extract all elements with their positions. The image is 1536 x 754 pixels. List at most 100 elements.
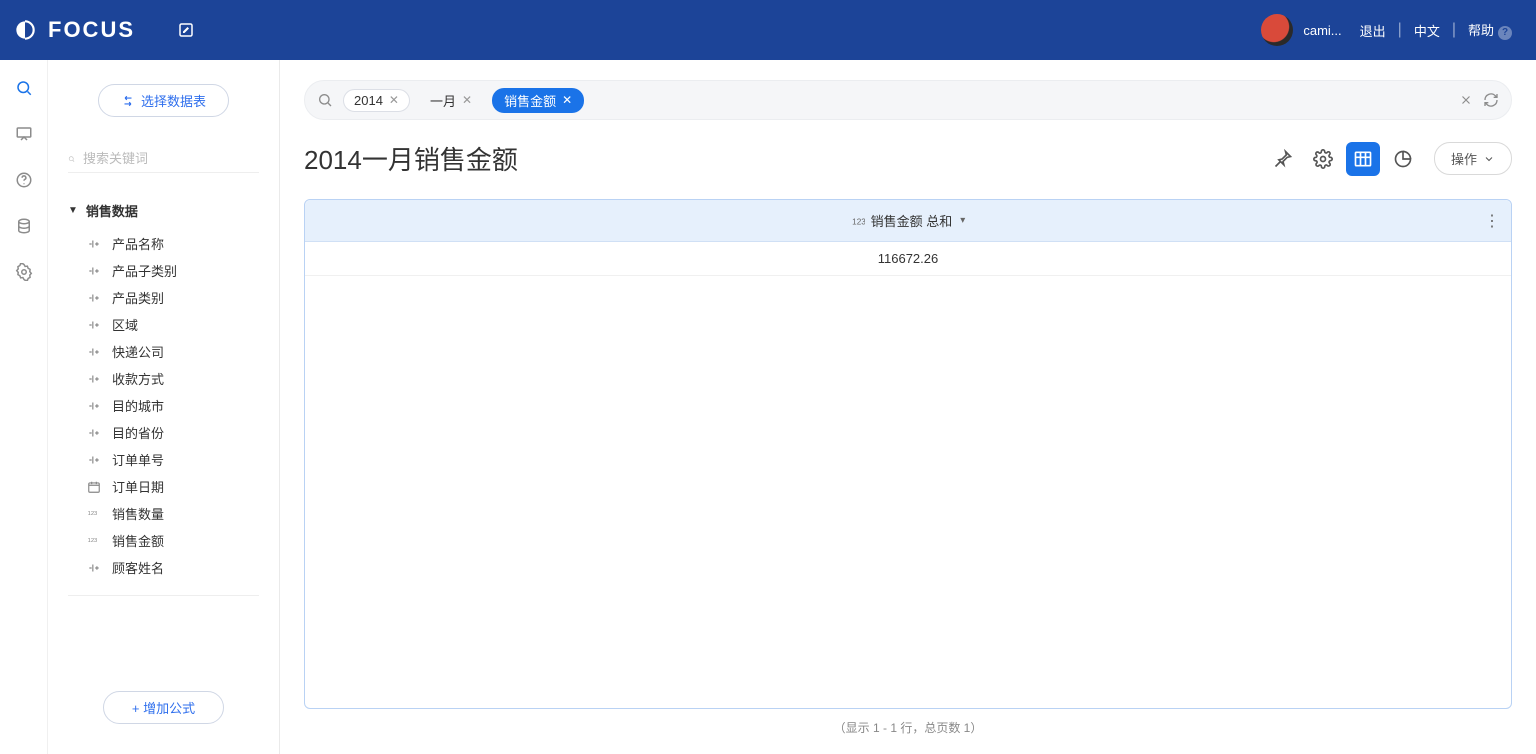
field-item[interactable]: 目的省份 xyxy=(68,419,259,446)
result-table: 123 销售金额 总和 ▾ ⋮ 116672.26 xyxy=(304,199,1512,709)
cell-value: 116672.26 xyxy=(305,251,1511,266)
svg-text:123: 123 xyxy=(88,511,98,517)
column-header[interactable]: 123 销售金额 总和 ▾ xyxy=(305,211,1511,230)
edit-icon xyxy=(177,21,195,39)
operations-dropdown[interactable]: 操作 xyxy=(1434,142,1512,175)
field-label: 产品名称 xyxy=(112,234,164,253)
field-item[interactable]: 目的城市 xyxy=(68,392,259,419)
search-icon xyxy=(15,79,33,97)
field-type-icon xyxy=(86,452,102,468)
search-bar[interactable]: 2014✕ 一月✕ 销售金额✕ xyxy=(304,80,1512,120)
pin-icon xyxy=(1273,149,1293,169)
field-group-header[interactable]: ▼ 销售数据 xyxy=(68,201,259,220)
field-type-icon: 123 xyxy=(86,506,102,522)
table-view-button[interactable] xyxy=(1346,142,1380,176)
pager-label: （显示 1 - 1 行，总页数 1） xyxy=(304,709,1512,754)
table-menu-button[interactable]: ⋮ xyxy=(1484,211,1499,231)
field-label: 销售金额 xyxy=(112,531,164,550)
user-name[interactable]: cami... xyxy=(1303,23,1341,38)
close-icon xyxy=(1459,93,1473,107)
field-list: 产品名称产品子类别产品类别区域快递公司收款方式目的城市目的省份订单单号订单日期 1… xyxy=(68,230,259,581)
field-label: 快递公司 xyxy=(112,342,164,361)
rail-data[interactable] xyxy=(14,216,34,236)
avatar[interactable] xyxy=(1261,14,1293,46)
close-icon[interactable]: ✕ xyxy=(389,93,399,107)
swap-icon xyxy=(121,94,135,108)
field-type-icon xyxy=(86,425,102,441)
field-item[interactable]: 123 销售数量 xyxy=(68,500,259,527)
table-header: 123 销售金额 总和 ▾ ⋮ xyxy=(305,200,1511,242)
pin-button[interactable] xyxy=(1266,142,1300,176)
refresh-icon xyxy=(1483,92,1499,108)
caret-down-icon: ▾ xyxy=(960,215,965,226)
rail-help[interactable] xyxy=(14,170,34,190)
field-item[interactable]: 区域 xyxy=(68,311,259,338)
field-type-icon xyxy=(86,290,102,306)
field-label: 订单日期 xyxy=(112,477,164,496)
logo-mark-icon xyxy=(12,17,38,43)
field-item[interactable]: 收款方式 xyxy=(68,365,259,392)
close-icon[interactable]: ✕ xyxy=(562,93,572,107)
chart-view-button[interactable] xyxy=(1386,142,1420,176)
rail-dashboard[interactable] xyxy=(14,124,34,144)
field-item[interactable]: 产品子类别 xyxy=(68,257,259,284)
main-area: 2014✕ 一月✕ 销售金额✕ 2014一月销售金额 xyxy=(280,60,1536,754)
page-title: 2014一月销售金额 xyxy=(304,140,518,177)
select-table-button[interactable]: 选择数据表 xyxy=(98,84,229,117)
field-item[interactable]: 快递公司 xyxy=(68,338,259,365)
field-label: 销售数量 xyxy=(112,504,164,523)
brand-text: FOCUS xyxy=(48,17,135,43)
help-link[interactable]: 帮助? xyxy=(1464,20,1516,40)
brand-logo[interactable]: FOCUS xyxy=(12,17,135,43)
field-sidebar: 选择数据表 ▼ 销售数据 产品名称产品子类别产品类别区域快递公司收款方式目的城市… xyxy=(48,60,280,754)
field-label: 收款方式 xyxy=(112,369,164,388)
search-icon xyxy=(317,92,333,108)
field-item[interactable]: 产品类别 xyxy=(68,284,259,311)
field-label: 目的省份 xyxy=(112,423,164,442)
field-label: 订单单号 xyxy=(112,450,164,469)
logout-link[interactable]: 退出 xyxy=(1356,21,1390,40)
field-type-icon xyxy=(86,398,102,414)
close-icon[interactable]: ✕ xyxy=(462,93,472,107)
filter-pill-month[interactable]: 一月✕ xyxy=(420,88,482,113)
field-item[interactable]: 订单单号 xyxy=(68,446,259,473)
filter-pill-year[interactable]: 2014✕ xyxy=(343,89,410,112)
title-row: 2014一月销售金额 操作 xyxy=(304,140,1512,177)
pie-chart-icon xyxy=(1393,149,1413,169)
presentation-icon xyxy=(15,125,33,143)
field-label: 目的城市 xyxy=(112,396,164,415)
gear-icon xyxy=(1313,149,1333,169)
search-icon xyxy=(68,152,75,166)
add-formula-button[interactable]: 增加公式 xyxy=(103,691,224,724)
field-type-icon xyxy=(86,560,102,576)
table-body: 116672.26 xyxy=(305,242,1511,708)
field-type-icon xyxy=(86,479,102,495)
settings-button[interactable] xyxy=(1306,142,1340,176)
number-type-icon: 123 xyxy=(851,214,865,228)
filter-chip-metric[interactable]: 销售金额✕ xyxy=(492,88,584,113)
field-item[interactable]: 产品名称 xyxy=(68,230,259,257)
field-type-icon xyxy=(86,236,102,252)
field-label: 区域 xyxy=(112,315,138,334)
field-label: 产品子类别 xyxy=(112,261,177,280)
refresh-button[interactable] xyxy=(1483,92,1499,108)
field-type-icon xyxy=(86,371,102,387)
table-row: 116672.26 xyxy=(305,242,1511,276)
field-item[interactable]: 123销售金额 xyxy=(68,527,259,554)
rail-settings[interactable] xyxy=(14,262,34,282)
table-icon xyxy=(1353,149,1373,169)
clear-search-button[interactable] xyxy=(1459,93,1473,107)
field-item[interactable]: 订单日期 xyxy=(68,473,259,500)
rail-search[interactable] xyxy=(14,78,34,98)
sidebar-search[interactable] xyxy=(68,151,259,173)
language-link[interactable]: 中文 xyxy=(1410,21,1444,40)
gear-icon xyxy=(15,263,33,281)
edit-button[interactable] xyxy=(175,19,197,41)
topbar: FOCUS cami... 退出 | 中文 | 帮助? xyxy=(0,0,1536,60)
field-label: 产品类别 xyxy=(112,288,164,307)
field-item[interactable]: 顾客姓名 xyxy=(68,554,259,581)
question-circle-icon xyxy=(15,171,33,189)
database-icon xyxy=(15,217,33,235)
field-type-icon xyxy=(86,344,102,360)
sidebar-search-input[interactable] xyxy=(83,151,259,166)
